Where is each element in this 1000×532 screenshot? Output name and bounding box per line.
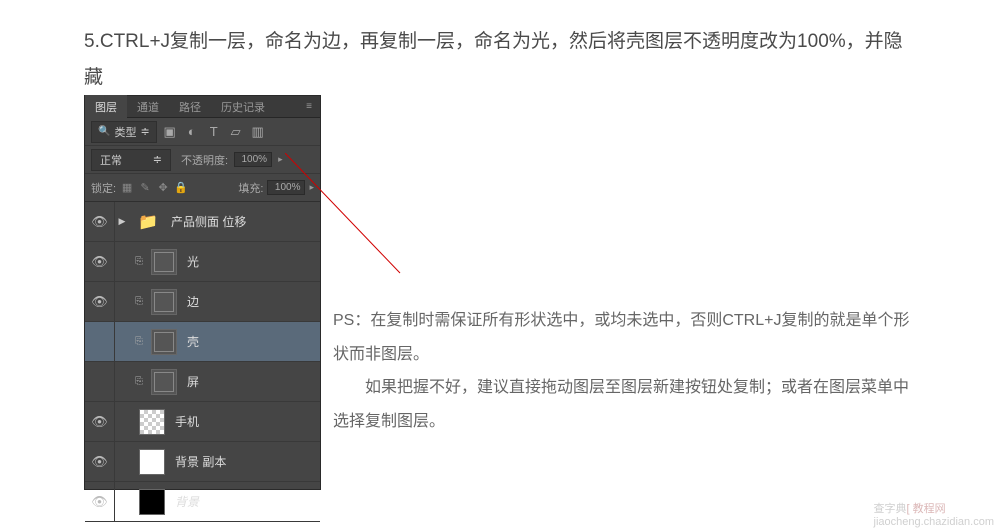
layer-thumbnail — [151, 249, 177, 275]
filter-type-dropdown[interactable]: 🔍 类型 ≑ — [91, 121, 157, 143]
layer-row-selected[interactable]: 👁 ⎘ 壳 — [85, 322, 320, 362]
visibility-toggle[interactable]: 👁 — [85, 482, 115, 521]
panel-menu-icon[interactable]: ≡ — [298, 101, 320, 112]
visibility-toggle[interactable]: 👁 — [85, 362, 115, 401]
tab-history[interactable]: 历史记录 — [211, 95, 275, 119]
opacity-stepper-icon[interactable]: ▸ — [278, 155, 283, 164]
filter-shape-icon[interactable]: ▱ — [227, 123, 245, 141]
layers-list: 👁 ▶ 📁 产品侧面 位移 👁 ⎘ 光 👁 ⎘ 边 👁 ⎘ 壳 👁 — [85, 202, 320, 522]
layer-thumbnail — [151, 329, 177, 355]
lock-transparency-icon[interactable]: ▦ — [120, 181, 134, 194]
layer-row-group[interactable]: 👁 ▶ 📁 产品侧面 位移 — [85, 202, 320, 242]
layer-name: 背景 — [175, 493, 199, 510]
filter-text-icon[interactable]: T — [205, 123, 223, 141]
watermark-url: jiaocheng.chazidian.com — [874, 516, 994, 528]
filter-row: 🔍 类型 ≑ ▣ ◐ T ▱ ▥ — [85, 118, 320, 146]
layer-name: 产品侧面 位移 — [171, 213, 246, 230]
step-instruction: 5.CTRL+J复制一层，命名为边，再复制一层，命名为光，然后将壳图层不透明度改… — [0, 0, 1000, 96]
link-icon: ⎘ — [133, 296, 145, 307]
layer-thumbnail — [139, 449, 165, 475]
layer-thumbnail — [139, 489, 165, 515]
layer-name: 手机 — [175, 413, 199, 430]
layer-name: 背景 副本 — [175, 453, 226, 470]
blend-mode-dropdown[interactable]: 正常 ≑ — [91, 149, 171, 171]
visibility-toggle[interactable]: 👁 — [85, 442, 115, 481]
panel-tabs: 图层 通道 路径 历史记录 ≡ — [85, 96, 320, 118]
visibility-toggle[interactable]: 👁 — [85, 322, 115, 361]
visibility-toggle[interactable]: 👁 — [85, 282, 115, 321]
folder-icon: 📁 — [135, 209, 161, 235]
filter-image-icon[interactable]: ▣ — [161, 123, 179, 141]
layer-thumbnail — [139, 409, 165, 435]
layer-row[interactable]: 👁 ⎘ 边 — [85, 282, 320, 322]
chevron-down-icon: ≑ — [153, 153, 162, 166]
opacity-input[interactable]: 100% — [234, 152, 272, 167]
layer-row[interactable]: 👁 ⎘ 屏 — [85, 362, 320, 402]
chevron-down-icon: ≑ — [140, 125, 149, 138]
tab-channels[interactable]: 通道 — [127, 95, 169, 119]
visibility-toggle[interactable]: 👁 — [85, 402, 115, 441]
link-icon: ⎘ — [133, 336, 145, 347]
layers-panel: 图层 通道 路径 历史记录 ≡ 🔍 类型 ≑ ▣ ◐ T ▱ ▥ 正常 ≑ 不透… — [84, 95, 321, 490]
lock-label: 锁定: — [91, 180, 116, 196]
watermark: 查字典[ 教程网 jiaocheng.chazidian.com — [874, 500, 994, 528]
lock-move-icon[interactable]: ✥ — [156, 181, 170, 194]
fill-stepper-icon[interactable]: ▸ — [309, 183, 314, 192]
filter-adjust-icon[interactable]: ◐ — [183, 123, 201, 141]
visibility-toggle[interactable]: 👁 — [85, 202, 115, 241]
layer-name: 光 — [187, 253, 199, 270]
layer-row[interactable]: 👁 手机 — [85, 402, 320, 442]
layer-thumbnail — [151, 289, 177, 315]
layer-thumbnail — [151, 369, 177, 395]
opacity-label: 不透明度: — [181, 152, 228, 168]
layer-row[interactable]: 👁 背景 副本 — [85, 442, 320, 482]
filter-label: 类型 — [114, 124, 136, 140]
fill-input[interactable]: 100% — [267, 180, 305, 195]
layer-name: 壳 — [187, 333, 199, 350]
watermark-site: [ 教程网 — [907, 503, 946, 515]
blend-mode-value: 正常 — [100, 152, 122, 168]
watermark-brand: 查字典 — [874, 503, 907, 515]
lock-row: 锁定: ▦ ✎ ✥ 🔒 填充: 100% ▸ — [85, 174, 320, 202]
tab-paths[interactable]: 路径 — [169, 95, 211, 119]
lock-brush-icon[interactable]: ✎ — [138, 181, 152, 194]
layer-row[interactable]: 👁 ⎘ 光 — [85, 242, 320, 282]
layer-name: 屏 — [187, 373, 199, 390]
blend-row: 正常 ≑ 不透明度: 100% ▸ — [85, 146, 320, 174]
ps-note: PS：在复制时需保证所有形状选中，或均未选中，否则CTRL+J复制的就是单个形状… — [333, 304, 918, 438]
note-line-1: PS：在复制时需保证所有形状选中，或均未选中，否则CTRL+J复制的就是单个形状… — [333, 304, 918, 371]
fill-label: 填充: — [238, 180, 263, 196]
link-icon: ⎘ — [133, 376, 145, 387]
layer-row-bg[interactable]: 👁 背景 — [85, 482, 320, 522]
search-icon: 🔍 — [98, 126, 110, 137]
tab-layers[interactable]: 图层 — [85, 95, 127, 119]
filter-smart-icon[interactable]: ▥ — [249, 123, 267, 141]
note-line-2: 如果把握不好，建议直接拖动图层至图层新建按钮处复制；或者在图层菜单中选择复制图层… — [333, 371, 918, 438]
layer-name: 边 — [187, 293, 199, 310]
expand-toggle[interactable]: ▶ — [115, 216, 129, 227]
lock-all-icon[interactable]: 🔒 — [174, 181, 188, 194]
link-icon: ⎘ — [133, 256, 145, 267]
visibility-toggle[interactable]: 👁 — [85, 242, 115, 281]
